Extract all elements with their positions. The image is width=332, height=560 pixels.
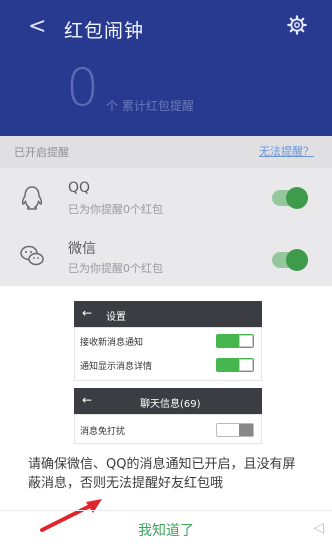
illustration-row-label: 接收新消息通知 [80, 338, 144, 348]
app-subtitle: 已为你提醒0个红包 [68, 262, 163, 275]
qq-reminder-toggle[interactable] [272, 187, 308, 209]
illustration-settings-bar: ← 设置 [74, 301, 262, 327]
wechat-reminder-toggle[interactable] [272, 249, 308, 271]
reminder-count-label: 个 累计红包提醒 [106, 99, 194, 113]
back-arrow-icon: ← [82, 393, 93, 407]
wechat-icon [20, 245, 44, 266]
reminder-count: 0 [66, 58, 100, 118]
app-name: 微信 [68, 241, 96, 257]
screen: < 红包闹钟 0 个 累计红包提醒 已开启提醒 无法提醒？ QQ 已为你提醒0个… [0, 0, 332, 560]
illustration-row-label: 消息免打扰 [80, 427, 126, 437]
got-it-button[interactable]: 我知道了 [0, 520, 332, 540]
illustration-switch-off [216, 423, 254, 437]
illustration-switch-on [216, 334, 254, 348]
back-arrow-icon: ← [82, 306, 93, 320]
back-arrow-icon[interactable]: < [28, 14, 46, 39]
cannot-remind-link[interactable]: 无法提醒？ [259, 143, 314, 159]
app-name: QQ [68, 180, 91, 196]
gear-icon[interactable] [286, 14, 308, 36]
header-bar: < 红包闹钟 0 个 累计红包提醒 [0, 0, 332, 136]
app-row-qq[interactable]: QQ 已为你提醒0个红包 [0, 168, 332, 228]
illustration-settings-title: 设置 [106, 312, 126, 323]
divider [0, 510, 332, 511]
section-label: 已开启提醒 [14, 146, 69, 159]
illustration-chat-bar: ← 聊天信息(69) [74, 388, 262, 414]
illustration-switch-on [216, 358, 254, 372]
illustration-row-label: 通知显示消息详情 [80, 362, 153, 372]
app-row-wechat[interactable]: 微信 已为你提醒0个红包 [0, 228, 332, 286]
qq-icon [21, 186, 43, 210]
tip-message: 请确保微信、QQ的消息通知已开启，且没有屏蔽消息，否则无法提醒好友红包哦 [28, 457, 296, 491]
illustration-chat-title: 聊天信息(69) [140, 399, 201, 410]
page-title: 红包闹钟 [64, 20, 145, 42]
app-subtitle: 已为你提醒0个红包 [68, 203, 163, 216]
system-back-icon[interactable]: ◁ [313, 520, 324, 536]
